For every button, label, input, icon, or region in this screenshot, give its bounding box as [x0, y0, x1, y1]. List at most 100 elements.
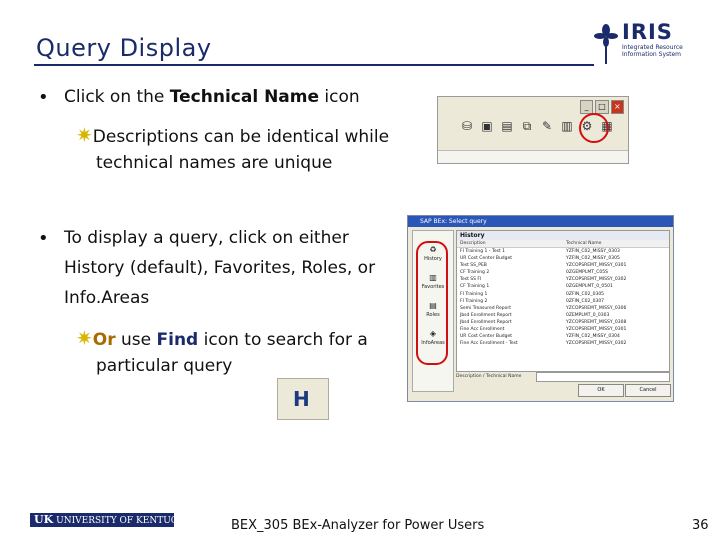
close-button[interactable]: × [610, 100, 624, 114]
row-description: Semi Treasured Report [460, 305, 511, 311]
list-columns: Description Technical Name [457, 240, 669, 248]
column-technical-name[interactable]: Technical Name [563, 240, 669, 247]
table-row[interactable]: Jbsd Enrollment Report YZCOPSREMT_MISSY_0… [457, 319, 669, 326]
bullet-marker: • [38, 228, 49, 249]
query-list: History Description Technical Name FI Tr… [456, 230, 670, 372]
row-technical-name: YZCOPSREMT_MISSY_0302 [566, 277, 627, 283]
sub-bullet-1-text: Descriptions can be identical while [92, 127, 390, 147]
row-description: Test SS FI [460, 277, 482, 283]
folder-icon[interactable]: ▤ [500, 119, 514, 133]
row-technical-name: 0ZFIN_C02_0307 [566, 298, 605, 304]
sub-bullet-2-pre: use [115, 330, 157, 350]
row-description: Jbsd Enrollment Report [460, 312, 512, 318]
or-label: Or [92, 330, 116, 350]
row-description: CF Training 2 [460, 270, 490, 276]
edit-icon[interactable]: ✎ [540, 119, 554, 133]
logo-prefix: UK [34, 513, 54, 526]
technical-name-label: Technical Name [169, 87, 320, 107]
table-row[interactable]: FI Training 2 0ZFIN_C02_0307 [457, 298, 669, 305]
footer-text: BEX_305 BEx-Analyzer for Power Users [231, 518, 485, 533]
row-description: UR Cost Center Budget [460, 334, 513, 340]
row-description: CF Training 1 [460, 284, 490, 290]
row-technical-name: 0ZGEMPLMT_C05S [566, 270, 608, 276]
table-row[interactable]: Semi Treasured Report YZCOPSREMT_MISSY_03… [457, 305, 669, 312]
bullet-marker: • [38, 87, 49, 108]
search-field-label: Description / Technical Name [456, 374, 522, 379]
sub-bullet-2-line-2: particular query [96, 356, 233, 376]
table-row[interactable]: UR Cost Center Budget YZFIN_C02_MISSY_030… [457, 255, 669, 262]
title-underline [34, 64, 594, 66]
ok-button[interactable]: OK [578, 384, 624, 397]
dialog-title: SAP BEx: Select query [408, 216, 673, 227]
toolbar-bottom-bar [438, 150, 628, 163]
row-technical-name: YZCOPSREMT_MISSY_0302 [566, 341, 627, 347]
row-technical-name: YZCOPSREMT_MISSY_0301 [566, 327, 627, 333]
row-technical-name: YZCOPSREMT_MISSY_0301 [566, 263, 627, 269]
maximize-button[interactable]: □ [595, 100, 609, 114]
row-technical-name: 0ZGEMPLMT_0_0501 [566, 284, 613, 290]
binoculars-icon[interactable]: ⛁ [460, 119, 474, 133]
table-row[interactable]: Test SS FI YZCOPSREMT_MISSY_0302 [457, 276, 669, 283]
search-input[interactable] [536, 372, 670, 382]
bullet-1-pre: Click on the [64, 87, 170, 107]
row-description: Fine Acc Enrollment [460, 327, 505, 333]
logo-wordmark: IRIS [622, 20, 673, 44]
row-description: UR Cost Center Budget [460, 256, 513, 262]
table-row[interactable]: UR Cost Center Budget YZFIN_C02_MISSY_030… [457, 333, 669, 340]
minimize-button[interactable]: _ [580, 100, 594, 114]
table-row[interactable]: Fine Acc Enrollment - Test YZCOPSREMT_MIS… [457, 340, 669, 347]
cancel-button[interactable]: Cancel [625, 384, 671, 397]
university-logo: UKUNIVERSITY OF KENTUCKY [30, 513, 174, 527]
sub-bullet-2-line-1: ✷Or use Find icon to search for a [76, 326, 368, 350]
select-query-dialog: SAP BEx: Select query ♻ History ▥ Favorite… [407, 215, 674, 402]
row-technical-name: YZFIN_C02_MISSY_0304 [566, 334, 620, 340]
bullet-1-post: icon [319, 87, 360, 107]
table-row[interactable]: FI Training 1 0ZFIN_C02_0305 [457, 291, 669, 298]
page-number: 36 [692, 518, 709, 533]
bullet-1-text: Click on the Technical Name icon [64, 87, 360, 107]
sub-bullet-2-post: icon to search for a [198, 330, 368, 350]
table-row[interactable]: Test SS_PEB YZCOPSREMT_MISSY_0301 [457, 262, 669, 269]
row-description: Test SS_PEB [460, 263, 487, 269]
row-description: Fine Acc Enrollment - Test [460, 341, 518, 347]
logo-subtitle: Integrated Resource Information System [622, 44, 683, 58]
slide-title: Query Display [36, 34, 212, 62]
table-row[interactable]: CF Training 2 0ZGEMPLMT_C05S [457, 269, 669, 276]
bullet-2-line-3: Info.Areas [64, 288, 150, 308]
sidebar-highlight-circle [416, 241, 448, 365]
row-technical-name: 0ZFIN_C02_0305 [566, 291, 605, 297]
row-description: FI Training 1 [460, 291, 488, 297]
toolbar-screenshot: _ □ × ⛁ ▣ ▤ ⧉ ✎ ▥ ⚙ ▦ [437, 96, 629, 164]
find-icon: H [293, 387, 310, 411]
list-rows: FI Training 1 - Test 1 YZFIN_C02_MISSY_03… [457, 248, 669, 347]
row-technical-name: 0ZEMPLMT_0_0303 [566, 312, 610, 318]
link-icon[interactable]: ⧉ [520, 119, 534, 133]
table-row[interactable]: Fine Acc Enrollment YZCOPSREMT_MISSY_0301 [457, 326, 669, 333]
sub-bullet-1-line-1: ✷Descriptions can be identical while [76, 123, 389, 147]
new-icon[interactable]: ▣ [480, 119, 494, 133]
table-row[interactable]: Jbsd Enrollment Report 0ZEMPLMT_0_0303 [457, 312, 669, 319]
row-description: Jbsd Enrollment Report [460, 319, 512, 325]
row-technical-name: YZFIN_C02_MISSY_0305 [566, 256, 620, 262]
highlight-circle [579, 113, 609, 143]
bullet-2-line-2: History (default), Favorites, Roles, or [64, 258, 376, 278]
trash-icon[interactable]: ▥ [560, 119, 574, 133]
table-row[interactable]: CF Training 1 0ZGEMPLMT_0_0501 [457, 283, 669, 290]
window-controls: _ □ × [580, 100, 624, 114]
sub-bullet-1-line-2: technical names are unique [96, 153, 333, 173]
star-bullet-icon: ✷ [76, 123, 93, 147]
dialog-sidebar: ♻ History ▥ Favorites ▤ Roles ◈ InfoAreas [412, 230, 454, 392]
star-bullet-icon: ✷ [76, 326, 93, 350]
row-technical-name: YZFIN_C02_MISSY_0303 [566, 249, 620, 254]
find-label: Find [156, 330, 199, 350]
row-technical-name: YZCOPSREMT_MISSY_0308 [566, 319, 627, 325]
list-header: History [457, 231, 669, 240]
row-technical-name: YZCOPSREMT_MISSY_0306 [566, 305, 627, 311]
row-description: FI Training 2 [460, 298, 488, 304]
table-row[interactable]: FI Training 1 - Test 1 YZFIN_C02_MISSY_03… [457, 248, 669, 255]
column-description[interactable]: Description [457, 240, 563, 247]
logo-text: UNIVERSITY OF KENTUCKY [56, 516, 174, 526]
find-button[interactable]: H [277, 378, 329, 420]
row-description: FI Training 1 - Test 1 [460, 249, 506, 254]
bullet-2-line-1: To display a query, click on either [64, 228, 349, 248]
